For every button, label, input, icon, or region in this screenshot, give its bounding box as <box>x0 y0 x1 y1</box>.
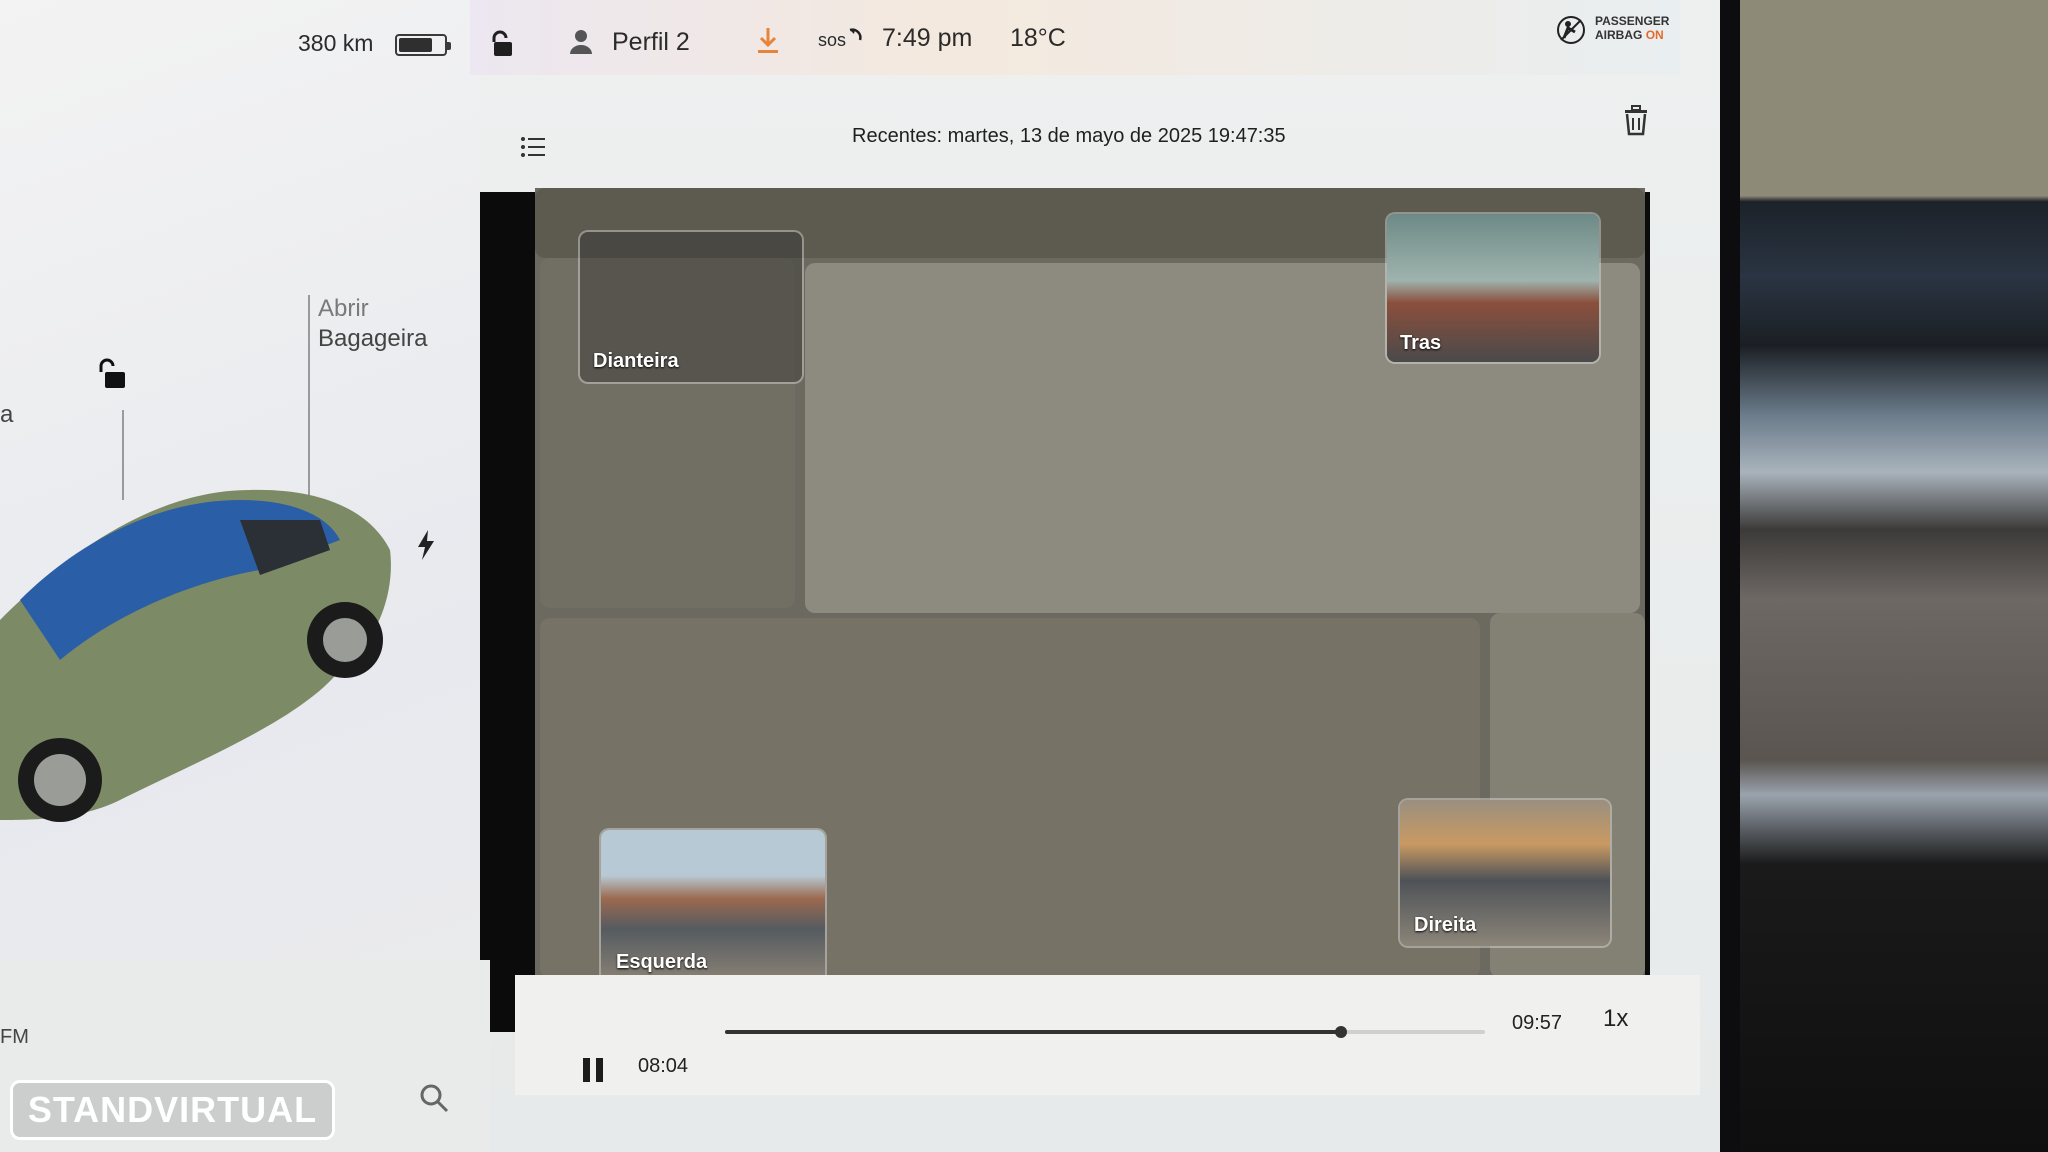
sos-call-icon <box>849 28 862 41</box>
profile-name[interactable]: Perfil 2 <box>612 28 690 57</box>
recording-title: Recentes: martes, 13 de mayo de 2025 19:… <box>852 125 1286 147</box>
front-camera-label: Dianteira <box>593 350 679 372</box>
tesla-screen: 380 km Perfil 2 sos 7:49 pm 18°C PASSENG… <box>0 0 1730 1152</box>
progress-slider[interactable] <box>725 1026 1485 1038</box>
battery-fill <box>399 38 432 52</box>
car-unlock-icon[interactable] <box>95 356 131 392</box>
rear-camera-label: Tras <box>1400 332 1442 354</box>
range-readout: 380 km <box>298 30 374 56</box>
trunk-label-trunk[interactable]: Bagageira <box>318 324 427 354</box>
radio-band[interactable]: FM <box>0 1022 29 1052</box>
outside-temperature: 18°C <box>1010 24 1066 52</box>
current-time: 08:04 <box>638 1055 689 1077</box>
right-camera-label: Direita <box>1414 914 1477 936</box>
standvirtual-watermark: STANDVIRTUAL <box>10 1080 335 1140</box>
sos-label[interactable]: sos <box>818 30 846 51</box>
lock-icon[interactable] <box>488 30 516 60</box>
progress-played <box>725 1030 1341 1034</box>
playback-speed-button[interactable]: 1x <box>1603 1005 1628 1033</box>
pause-icon <box>583 1058 590 1082</box>
trash-icon[interactable] <box>1622 104 1650 136</box>
total-time: 09:57 <box>1512 1012 1563 1034</box>
car-model-image[interactable] <box>0 480 420 840</box>
list-menu-icon[interactable] <box>520 136 546 158</box>
progress-knob[interactable] <box>1334 1026 1347 1038</box>
left-edge-label: a <box>0 401 14 428</box>
clock: 7:49 pm <box>882 24 973 52</box>
trunk-label-open[interactable]: Abrir <box>318 294 369 324</box>
airbag-icon <box>1557 16 1585 44</box>
battery-icon <box>395 34 451 56</box>
playback-controls <box>515 975 1700 1095</box>
search-icon[interactable] <box>418 1082 450 1114</box>
car-interior-background <box>1740 0 2048 1152</box>
download-icon[interactable] <box>755 26 781 56</box>
charge-port-icon[interactable] <box>416 530 436 560</box>
pause-button[interactable] <box>583 1058 605 1082</box>
profile-icon[interactable] <box>568 28 594 56</box>
passenger-airbag-status: PASSENGER AIRBAG ON <box>1595 14 1670 42</box>
left-camera-label: Esquerda <box>616 951 708 973</box>
